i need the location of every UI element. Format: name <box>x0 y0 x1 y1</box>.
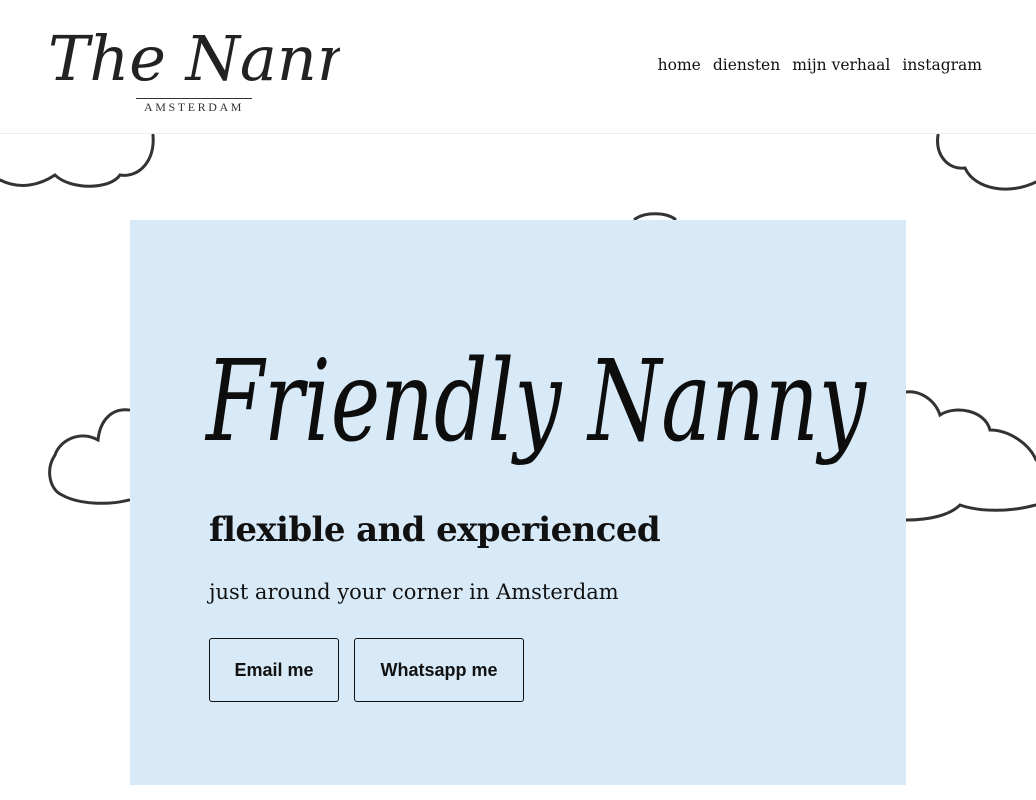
whatsapp-me-button[interactable]: Whatsapp me <box>354 638 524 702</box>
nav-item-home[interactable]: home <box>658 56 701 74</box>
cloud-drawing <box>904 390 1036 522</box>
site-header: The Nanny AMSTERDAM home diensten mijn v… <box>0 0 1036 134</box>
nav-item-instagram[interactable]: instagram <box>902 56 982 74</box>
cloud-drawing <box>0 133 155 188</box>
nav-item-mijn-verhaal[interactable]: mijn verhaal <box>792 56 890 74</box>
main-navigation: home diensten mijn verhaal instagram <box>658 56 982 74</box>
hero-tagline: just around your corner in Amsterdam <box>209 580 619 604</box>
logo-divider <box>136 98 252 99</box>
logo-subtitle: AMSTERDAM <box>143 100 245 114</box>
hero-title-graphic: Friendly Nanny <box>205 337 868 467</box>
cloud-drawing <box>48 408 131 505</box>
hero-title: Friendly Nanny <box>205 337 868 467</box>
cloud-drawing <box>633 212 677 221</box>
cloud-drawing <box>936 133 1036 191</box>
email-me-button[interactable]: Email me <box>209 638 339 702</box>
logo-script-graphic: The Nanny <box>48 22 340 95</box>
logo-script-text: The Nanny <box>48 22 340 95</box>
nav-item-diensten[interactable]: diensten <box>713 56 780 74</box>
hero-subtitle: flexible and experienced <box>209 510 661 550</box>
site-logo[interactable]: The Nanny AMSTERDAM <box>44 14 340 118</box>
hero-section: Friendly Nanny flexible and experienced … <box>130 220 906 785</box>
